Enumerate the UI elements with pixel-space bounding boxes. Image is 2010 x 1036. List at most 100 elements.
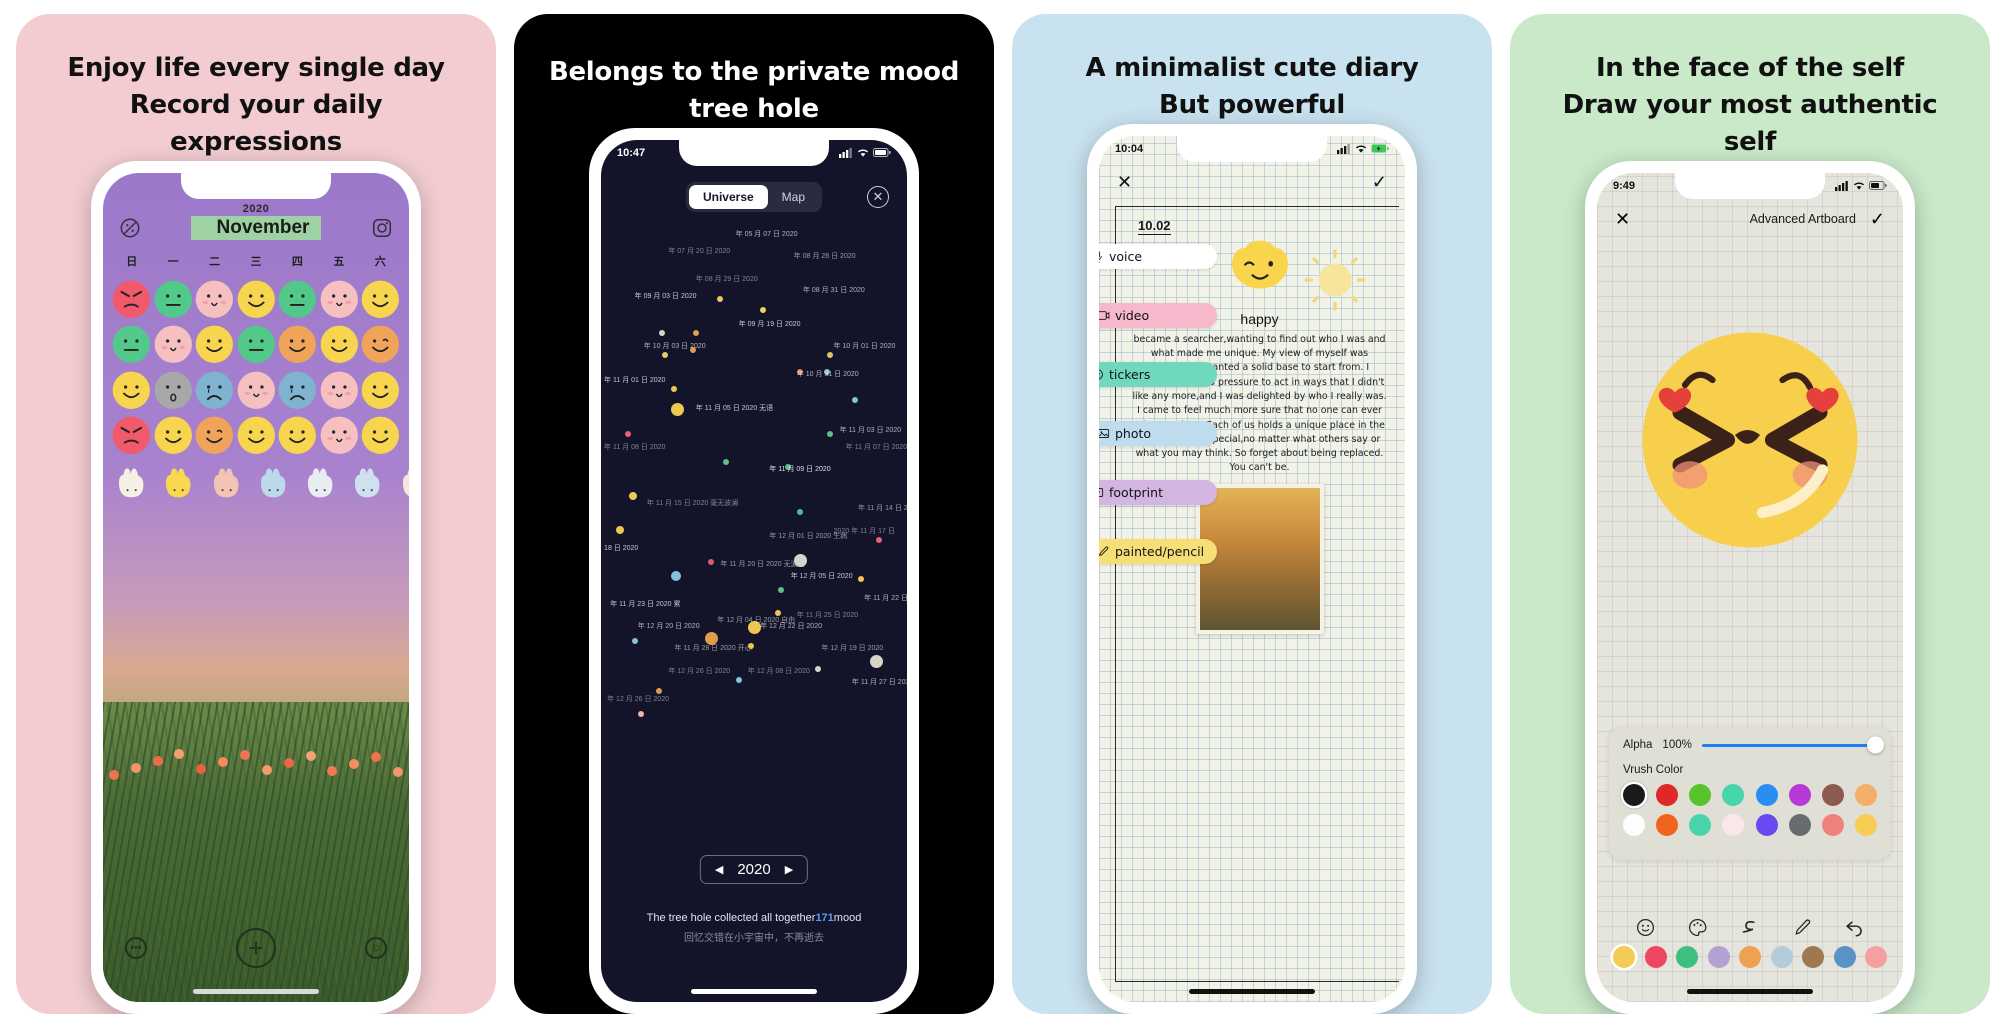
check-icon[interactable]: ✓ <box>1870 209 1885 230</box>
diary-tool-voice[interactable]: voice <box>1099 243 1218 269</box>
mood-star-label[interactable]: 年 11 月 23 日 2020 累 <box>610 599 680 609</box>
mood-star-dot[interactable] <box>851 397 858 403</box>
mood-star-label[interactable]: 年 10 月 01 日 2020 <box>834 341 896 351</box>
universe-map-toggle[interactable]: Universe Map <box>685 181 823 212</box>
mood-star-label[interactable]: 年 12 月 19 日 2020 <box>821 643 883 653</box>
scurve-icon[interactable] <box>1739 917 1760 938</box>
quick-color-swatch[interactable] <box>1802 946 1824 968</box>
quick-color-swatch[interactable] <box>1676 946 1698 968</box>
mood-star-dot[interactable] <box>708 559 715 566</box>
sticker-bunny-white[interactable] <box>109 462 154 512</box>
color-swatch[interactable] <box>1854 784 1877 806</box>
tab-map[interactable]: Map <box>768 185 819 209</box>
diary-tool-photo[interactable]: photo <box>1099 420 1218 446</box>
mood-star-label[interactable]: 年 10 月 31 日 2020 <box>797 369 859 379</box>
year-selector[interactable]: ◀ 2020 ▶ <box>699 855 809 884</box>
diary-tool-video[interactable]: video <box>1099 302 1218 328</box>
mood-star-label[interactable]: 年 11 月 25 日 2020 <box>797 610 858 620</box>
sticker-bunny-blue[interactable] <box>251 462 296 512</box>
mood-star-dot[interactable] <box>671 385 678 392</box>
mood-face-shy[interactable] <box>153 324 194 365</box>
alpha-slider-knob[interactable] <box>1867 736 1884 754</box>
mood-star-label[interactable]: 年 10 月 03 日 2020 <box>644 341 706 351</box>
quick-color-swatch[interactable] <box>1613 946 1635 968</box>
mood-star-dot[interactable] <box>735 677 742 683</box>
close-icon[interactable]: ✕ <box>1117 172 1132 193</box>
close-circle-icon[interactable]: ✕ <box>867 185 889 208</box>
quick-color-swatch[interactable] <box>1644 946 1667 968</box>
quick-color-swatch[interactable] <box>1833 946 1856 968</box>
mood-face-cry[interactable] <box>277 370 318 411</box>
color-swatch[interactable] <box>1788 784 1811 806</box>
color-swatch[interactable] <box>1623 784 1645 806</box>
sticker-bunny-cream[interactable] <box>393 462 409 512</box>
emoji-button[interactable]: ☺ <box>365 937 387 959</box>
mood-star-label[interactable]: 年 11 月 20 日 2020 无波澜 <box>720 559 804 569</box>
close-icon[interactable]: ✕ <box>1615 209 1630 230</box>
mood-star-label[interactable]: 年 11 月 09 日 2020 <box>769 464 830 474</box>
mood-star-label[interactable]: 年 11 月 27 日 2020 开心 <box>852 677 907 687</box>
mood-star-dot[interactable] <box>616 525 625 534</box>
mood-star-label[interactable]: 年 11 月 28 日 2020 开心 <box>674 643 751 653</box>
add-entry-button[interactable]: + <box>236 928 276 968</box>
next-year-icon[interactable]: ▶ <box>785 863 793 876</box>
color-swatch[interactable] <box>1689 784 1712 806</box>
mood-star-dot[interactable] <box>815 665 822 672</box>
sticker-bunny-pale[interactable] <box>345 462 390 512</box>
mood-star-label[interactable]: 年 05 月 07 日 2020 <box>736 229 798 239</box>
color-swatch[interactable] <box>1722 814 1745 836</box>
color-swatch[interactable] <box>1755 784 1778 806</box>
mood-star-dot[interactable] <box>671 570 682 581</box>
alpha-slider-track[interactable] <box>1701 736 1884 754</box>
mood-face-wink[interactable] <box>194 415 235 456</box>
mood-star-label[interactable]: 年 09 月 03 日 2020 <box>635 291 697 301</box>
leaf-icon[interactable] <box>119 217 141 239</box>
color-swatch[interactable] <box>1689 814 1712 836</box>
mood-face-neutral[interactable] <box>236 324 277 365</box>
mood-star-label[interactable]: 年 11 月 22 日 2020 <box>864 593 907 603</box>
color-swatch[interactable] <box>1821 784 1844 806</box>
check-icon[interactable]: ✓ <box>1372 172 1387 193</box>
mood-star-label[interactable]: 年 11 月 01 日 2020 <box>604 375 665 385</box>
mood-star-dot[interactable] <box>827 352 834 359</box>
mood-star-label[interactable]: 年 11 月 07 日 2020 <box>846 442 907 452</box>
diary-tool-painted-pencil[interactable]: painted/pencil <box>1099 538 1218 564</box>
color-swatch[interactable] <box>1656 784 1679 806</box>
mood-face-shy[interactable] <box>319 370 360 411</box>
mood-star-label[interactable]: 年 12 月 01 日 2020 生病 <box>769 531 847 541</box>
mood-face-shy[interactable] <box>319 279 360 320</box>
mood-star-label[interactable]: 年 12 月 05 日 2020 <box>791 571 853 581</box>
calendar-month[interactable]: November <box>190 215 322 240</box>
mood-star-dot[interactable] <box>723 458 730 465</box>
artboard-canvas[interactable] <box>1597 245 1903 635</box>
sticker-bunny-grey[interactable] <box>298 462 343 512</box>
mood-face-happy[interactable] <box>236 415 277 456</box>
prev-year-icon[interactable]: ◀ <box>715 863 723 876</box>
quick-color-swatch[interactable] <box>1865 946 1887 968</box>
quick-color-swatch[interactable] <box>1707 946 1730 968</box>
mood-face-sad[interactable] <box>153 370 194 411</box>
mood-face-happy[interactable] <box>360 370 401 411</box>
mood-face-happy[interactable] <box>360 415 401 456</box>
mood-face-happy[interactable] <box>236 279 277 320</box>
color-swatch[interactable] <box>1623 814 1645 836</box>
quick-color-swatch[interactable] <box>1770 946 1793 968</box>
mood-face-shy[interactable] <box>194 279 235 320</box>
mood-star-label[interactable]: 年 09 月 19 日 2020 <box>739 319 801 329</box>
mood-star-dot[interactable] <box>793 553 807 567</box>
mood-star-label[interactable]: 年 12 月 26 日 2020 <box>668 666 730 676</box>
mood-star-label[interactable]: 年 11 月 14 日 2020 <box>858 503 907 513</box>
mood-star-dot[interactable] <box>876 537 883 543</box>
quick-color-swatch[interactable] <box>1739 946 1761 968</box>
mood-star-dot[interactable] <box>625 430 632 437</box>
mood-star-label[interactable]: 年 12 月 22 日 2020 <box>760 621 822 631</box>
mood-star-dot[interactable] <box>796 509 803 515</box>
tab-universe[interactable]: Universe <box>688 184 768 209</box>
mood-face-cry[interactable] <box>194 370 235 411</box>
mood-star-label[interactable]: 年 11 月 03 日 2020 <box>840 425 901 435</box>
mood-face-neutral[interactable] <box>153 279 194 320</box>
pencil-icon[interactable] <box>1792 917 1813 938</box>
mood-face-wink[interactable] <box>360 324 401 365</box>
smiley-icon[interactable] <box>1635 917 1656 938</box>
mood-star-dot[interactable] <box>692 329 699 336</box>
